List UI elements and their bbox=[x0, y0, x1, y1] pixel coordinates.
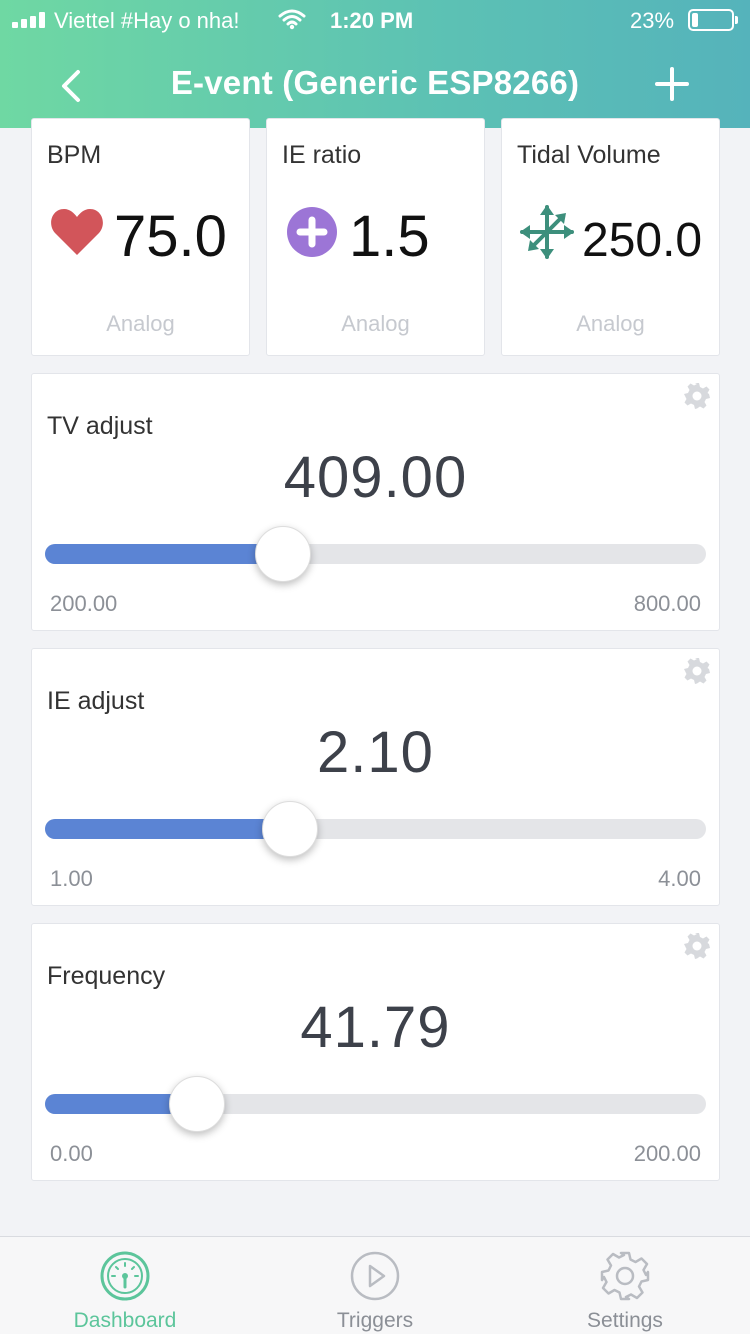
widget-type: Analog bbox=[106, 311, 175, 336]
play-circle-icon bbox=[350, 1251, 400, 1301]
tab-label: Triggers bbox=[336, 1309, 414, 1332]
slider-thumb[interactable] bbox=[254, 526, 311, 582]
slider-min: 200.00 bbox=[50, 591, 118, 616]
frequency-slider-card: Frequency 41.79 0.00 200.00 bbox=[31, 923, 720, 1181]
widget-label: BPM bbox=[47, 141, 102, 169]
slider-value: 409.00 bbox=[283, 445, 468, 510]
slider-fill bbox=[45, 819, 290, 839]
battery-level bbox=[692, 13, 698, 27]
chevron-left-icon[interactable] bbox=[56, 66, 86, 106]
slider-min: 0.00 bbox=[50, 1141, 93, 1166]
slider-thumb[interactable] bbox=[169, 1076, 226, 1132]
slider-max: 200.00 bbox=[633, 1141, 701, 1166]
slider-max: 4.00 bbox=[658, 866, 701, 891]
widget-label: IE ratio bbox=[282, 141, 362, 169]
slider-value: 41.79 bbox=[300, 995, 451, 1060]
battery-percent: 23% bbox=[630, 8, 675, 33]
plus-icon[interactable] bbox=[652, 64, 692, 104]
carrier-name: Viettel #Hay o nha! bbox=[54, 8, 240, 33]
heart-icon bbox=[51, 209, 103, 255]
ie-adjust-slider-card: IE adjust 2.10 1.00 4.00 bbox=[31, 648, 720, 906]
gear-icon[interactable] bbox=[683, 932, 711, 960]
gear-icon[interactable] bbox=[683, 382, 711, 410]
slider-title: IE adjust bbox=[47, 687, 145, 715]
gear-icon[interactable] bbox=[683, 657, 711, 685]
tab-triggers[interactable]: Triggers bbox=[250, 1237, 500, 1334]
signal-icon bbox=[12, 12, 48, 28]
widget-label: Tidal Volume bbox=[517, 141, 661, 169]
plus-circle-icon bbox=[287, 207, 337, 257]
gear-icon bbox=[600, 1251, 650, 1301]
slider-max: 800.00 bbox=[633, 591, 701, 616]
gauge-icon bbox=[100, 1251, 150, 1301]
tab-settings[interactable]: Settings bbox=[500, 1237, 750, 1334]
tv-adjust-slider-card: TV adjust 409.00 200.00 800.00 bbox=[31, 373, 720, 631]
battery-icon bbox=[688, 9, 738, 31]
slider-fill bbox=[45, 544, 283, 564]
arrows-expand-icon bbox=[520, 205, 574, 259]
tab-label: Settings bbox=[587, 1309, 663, 1332]
slider-title: Frequency bbox=[47, 962, 166, 990]
tab-bar: Dashboard Triggers Settings bbox=[0, 1236, 750, 1334]
slider-title: TV adjust bbox=[47, 412, 153, 440]
slider-value: 2.10 bbox=[317, 720, 434, 785]
tab-label: Dashboard bbox=[73, 1309, 177, 1332]
clock: 1:20 PM bbox=[330, 8, 414, 33]
tidal-volume-widget[interactable]: Tidal Volume 250.0 Analog bbox=[501, 118, 720, 356]
widget-value: 250.0 bbox=[582, 214, 703, 267]
page-title: E-vent (Generic ESP8266) bbox=[170, 64, 580, 101]
slider-track[interactable] bbox=[45, 1076, 706, 1132]
status-bar: Viettel #Hay o nha! 1:20 PM 23% bbox=[0, 0, 750, 40]
slider-thumb[interactable] bbox=[261, 801, 318, 857]
slider-track[interactable] bbox=[45, 801, 706, 857]
widget-value: 1.5 bbox=[349, 204, 430, 269]
slider-min: 1.00 bbox=[50, 866, 93, 891]
slider-track[interactable] bbox=[45, 526, 706, 582]
app-header: Viettel #Hay o nha! 1:20 PM 23% E-vent (… bbox=[0, 0, 750, 128]
tab-dashboard[interactable]: Dashboard bbox=[0, 1237, 250, 1334]
widget-type: Analog bbox=[341, 311, 410, 336]
bpm-widget[interactable]: BPM 75.0 Analog bbox=[31, 118, 250, 356]
wifi-icon bbox=[278, 9, 306, 30]
widget-type: Analog bbox=[576, 311, 645, 336]
widget-value: 75.0 bbox=[114, 204, 227, 269]
ie-ratio-widget[interactable]: IE ratio 1.5 Analog bbox=[266, 118, 485, 356]
